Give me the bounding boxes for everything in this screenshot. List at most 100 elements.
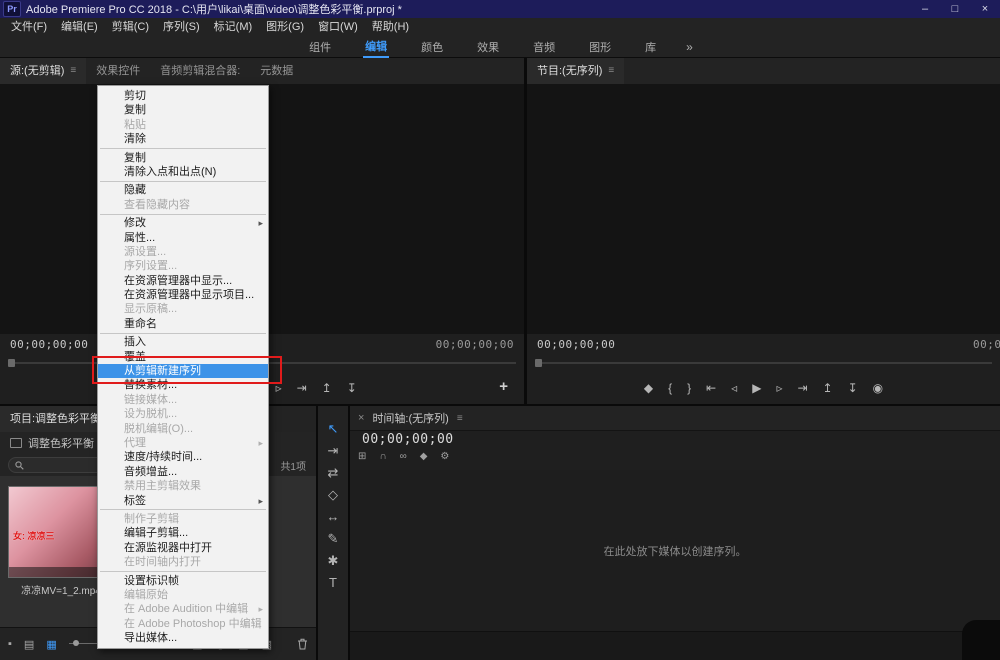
context-menu-item[interactable]: 编辑子剪辑... — [98, 526, 268, 540]
context-menu-item[interactable]: 在 Adobe Photoshop 中编辑 — [98, 617, 268, 631]
go-to-in-icon[interactable]: ⇤ — [706, 382, 716, 394]
project-writable-icon[interactable]: ▪ — [8, 638, 12, 650]
lift-icon[interactable]: ↥ — [823, 382, 833, 394]
menubar-item[interactable]: 文件(F) — [4, 18, 54, 36]
workspace-overflow-icon[interactable]: » — [686, 40, 693, 54]
play-icon[interactable]: ▶ — [752, 382, 761, 394]
context-menu-item[interactable]: 属性... — [98, 231, 268, 245]
context-menu-item[interactable]: 代理▸ — [98, 436, 268, 450]
context-menu-item[interactable]: 速度/持续时间... — [98, 450, 268, 464]
list-view-icon[interactable]: ▤ — [24, 638, 34, 651]
overwrite-icon[interactable]: ↧ — [347, 382, 357, 394]
workspace-tab[interactable]: 音频 — [531, 37, 557, 57]
menubar-item[interactable]: 编辑(E) — [54, 18, 105, 36]
timeline-track-area[interactable]: 在此处放下媒体以创建序列。 — [350, 470, 1000, 632]
context-menu-item[interactable]: 查看隐藏内容 — [98, 198, 268, 212]
nest-toggle-icon[interactable]: ⊞ — [358, 452, 366, 462]
context-menu-item[interactable]: 导出媒体... — [98, 631, 268, 645]
razor-tool[interactable]: ◇ — [328, 488, 338, 501]
source-playhead[interactable] — [8, 359, 15, 367]
pen-tool[interactable]: ✎ — [328, 532, 339, 545]
panel-menu-icon[interactable]: ≡ — [608, 58, 614, 84]
workspace-tab[interactable]: 库 — [643, 37, 658, 57]
tab-timeline[interactable]: 时间轴:(无序列) — [372, 410, 448, 426]
context-menu-item[interactable]: 在 Adobe Audition 中编辑▸ — [98, 602, 268, 616]
step-forward-icon[interactable]: ▹ — [776, 382, 782, 394]
insert-icon[interactable]: ↥ — [322, 382, 332, 394]
context-menu-item[interactable]: 清除入点和出点(N) — [98, 165, 268, 179]
context-menu-item[interactable]: 禁用主剪辑效果 — [98, 479, 268, 493]
context-menu-item[interactable]: 复制 — [98, 103, 268, 117]
context-menu-item[interactable]: 修改▸ — [98, 216, 268, 230]
snap-icon[interactable]: ∩ — [379, 452, 386, 462]
context-menu-item[interactable]: 在源监视器中打开 — [98, 541, 268, 555]
slip-tool[interactable]: ↔ — [327, 510, 340, 523]
icon-view-icon[interactable]: ▦ — [46, 638, 56, 651]
context-menu-item[interactable]: 源设置... — [98, 245, 268, 259]
context-menu-item[interactable]: 设置标识帧 — [98, 574, 268, 588]
program-playhead[interactable] — [535, 359, 542, 367]
context-menu-item[interactable]: 在资源管理器中显示项目... — [98, 288, 268, 302]
context-menu-item[interactable]: 在时间轴内打开 — [98, 555, 268, 569]
menubar-item[interactable]: 图形(G) — [259, 18, 311, 36]
panel-tab[interactable]: 源:(无剪辑)≡ — [0, 58, 86, 84]
ripple-edit-tool[interactable]: ⇄ — [328, 466, 339, 479]
context-menu-item[interactable]: 脱机编辑(O)... — [98, 422, 268, 436]
add-marker-icon[interactable]: ◆ — [644, 382, 653, 394]
export-frame-icon[interactable]: ◉ — [873, 382, 883, 394]
menubar-item[interactable]: 帮助(H) — [365, 18, 416, 36]
context-menu-item[interactable]: 清除 — [98, 132, 268, 146]
minimize-button[interactable]: – — [910, 0, 940, 18]
context-menu-item[interactable]: 隐藏 — [98, 183, 268, 197]
menubar-item[interactable]: 窗口(W) — [311, 18, 365, 36]
add-marker-icon[interactable]: ◆ — [420, 452, 428, 462]
menubar-item[interactable]: 标记(M) — [207, 18, 260, 36]
panel-tab[interactable]: 元数据 — [250, 58, 303, 84]
panel-close-icon[interactable]: × — [358, 412, 364, 424]
hand-tool[interactable]: ✱ — [328, 554, 339, 567]
context-menu-item[interactable]: 剪切 — [98, 89, 268, 103]
panel-tab[interactable]: 音频剪辑混合器: — [150, 58, 250, 84]
linked-selection-icon[interactable]: ∞ — [400, 452, 407, 462]
maximize-button[interactable]: □ — [940, 0, 970, 18]
panel-menu-icon[interactable]: ≡ — [457, 413, 463, 424]
context-menu-item[interactable]: 链接媒体... — [98, 393, 268, 407]
mark-out-icon[interactable]: } — [687, 382, 691, 394]
close-button[interactable]: × — [970, 0, 1000, 18]
button-editor-add-icon[interactable]: + — [499, 378, 508, 395]
mark-in-icon[interactable]: { — [668, 382, 672, 394]
go-to-out-icon[interactable]: ⇥ — [797, 382, 807, 394]
selection-tool[interactable]: ↖ — [328, 422, 339, 435]
workspace-tab[interactable]: 颜色 — [419, 37, 445, 57]
tab-program[interactable]: 节目:(无序列) ≡ — [527, 58, 624, 84]
track-select-forward-tool[interactable]: ⇥ — [328, 444, 339, 457]
context-menu-item[interactable]: 重命名 — [98, 317, 268, 331]
workspace-tab[interactable]: 效果 — [475, 37, 501, 57]
context-menu-item[interactable]: 音频增益... — [98, 465, 268, 479]
context-menu-item[interactable]: 复制 — [98, 151, 268, 165]
context-menu-item[interactable]: 插入 — [98, 335, 268, 349]
workspace-tab[interactable]: 图形 — [587, 37, 613, 57]
type-tool[interactable]: T — [329, 576, 337, 589]
menu-item-label: 查看隐藏内容 — [124, 199, 190, 211]
context-menu-item[interactable]: 粘贴 — [98, 118, 268, 132]
context-menu-item[interactable]: 序列设置... — [98, 259, 268, 273]
menubar-item[interactable]: 剪辑(C) — [105, 18, 156, 36]
delete-icon[interactable] — [297, 638, 308, 650]
panel-menu-icon[interactable]: ≡ — [70, 58, 76, 84]
context-menu-item[interactable]: 制作子剪辑 — [98, 512, 268, 526]
context-menu-item[interactable]: 编辑原始 — [98, 588, 268, 602]
workspace-tab[interactable]: 编辑 — [363, 36, 389, 58]
go-to-out-icon[interactable]: ⇥ — [297, 382, 307, 394]
context-menu-item[interactable]: 在资源管理器中显示... — [98, 274, 268, 288]
panel-tab[interactable]: 效果控件 — [86, 58, 150, 84]
context-menu-item[interactable]: 标签▸ — [98, 494, 268, 508]
timeline-settings-icon[interactable]: ⚙ — [440, 452, 449, 462]
step-back-icon[interactable]: ◃ — [731, 382, 737, 394]
program-scrubber[interactable] — [535, 358, 992, 368]
context-menu-item[interactable]: 设为脱机... — [98, 407, 268, 421]
menubar-item[interactable]: 序列(S) — [156, 18, 207, 36]
context-menu-item[interactable]: 显示原稿... — [98, 302, 268, 316]
workspace-tab[interactable]: 组件 — [307, 37, 333, 57]
extract-icon[interactable]: ↧ — [848, 382, 858, 394]
